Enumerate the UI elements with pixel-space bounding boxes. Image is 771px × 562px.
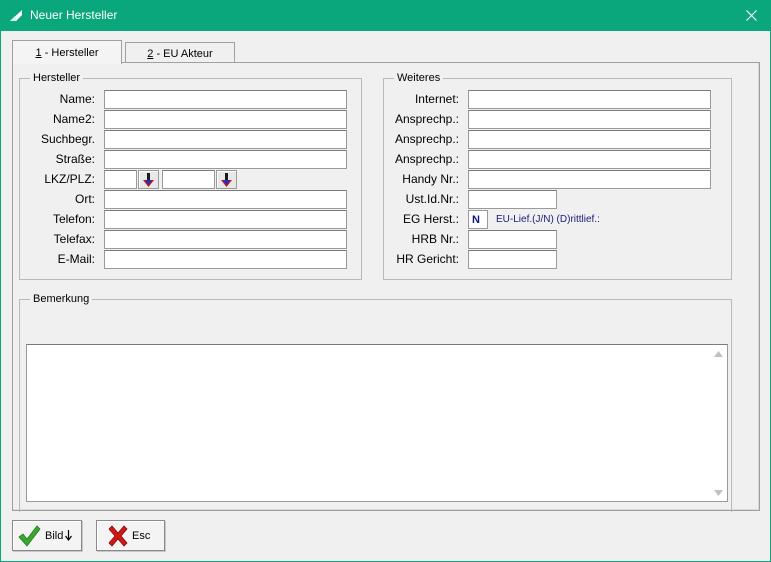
tab-eu-akteur-label: 2 - EU Akteur (147, 47, 213, 60)
scroll-down-button[interactable] (710, 484, 727, 501)
hersteller-legend: Hersteller (30, 72, 84, 84)
plz-lookup-button[interactable] (216, 170, 237, 189)
name-input[interactable] (104, 90, 347, 109)
email-input[interactable] (104, 250, 347, 269)
bemerkung-memo (26, 344, 728, 502)
weiteres-group: Weiteres Internet: Ansprechp.: Ansprechp… (383, 72, 732, 280)
bemerkung-legend: Bemerkung (30, 293, 93, 305)
dialog-body: 1 - Hersteller 2 - EU Akteur Hersteller … (0, 31, 771, 562)
lkz-plz-label: LKZ/PLZ: (44, 172, 95, 186)
ort-label: Ort: (75, 192, 95, 206)
suchbegriff-input[interactable] (104, 130, 347, 149)
name-label: Name: (59, 92, 95, 106)
lkz-lookup-button[interactable] (138, 170, 159, 189)
ansprechpartner-1-input[interactable] (468, 110, 711, 129)
eg-herst-input[interactable]: N (468, 210, 488, 229)
ansprechpartner-1-label: Ansprechp.: (394, 112, 459, 126)
plz-input[interactable] (162, 170, 215, 189)
lkz-input[interactable] (104, 170, 137, 189)
hr-gericht-input[interactable] (468, 250, 557, 269)
handy-label: Handy Nr.: (402, 172, 459, 186)
hr-gericht-label: HR Gericht: (396, 252, 459, 266)
hrb-nr-input[interactable] (468, 230, 557, 249)
bemerkung-textarea[interactable] (27, 345, 711, 501)
ansprechpartner-2-label: Ansprechp.: (394, 132, 459, 146)
close-icon (745, 10, 757, 21)
tab-hersteller[interactable]: 1 - Hersteller (12, 40, 122, 64)
close-button[interactable] (731, 0, 771, 31)
internet-input[interactable] (468, 90, 711, 109)
internet-label: Internet: (414, 92, 459, 106)
email-label: E-Mail: (57, 252, 95, 266)
telefon-input[interactable] (104, 210, 347, 229)
ort-input[interactable] (104, 190, 347, 209)
scroll-down-icon (714, 489, 723, 496)
hersteller-group: Hersteller Name: Name2: Suchbegr. Straße… (19, 72, 362, 280)
suchbegriff-label: Suchbegr. (40, 132, 95, 146)
telefax-input[interactable] (104, 230, 347, 249)
arrow-down-icon (143, 172, 154, 187)
ansprechpartner-3-input[interactable] (468, 150, 711, 169)
bild-button[interactable]: Bild (12, 520, 82, 551)
esc-button-label: Esc (132, 529, 151, 542)
strasse-label: Straße: (55, 152, 95, 166)
name2-label: Name2: (52, 112, 95, 126)
telefon-label: Telefon: (52, 212, 95, 226)
strasse-input[interactable] (104, 150, 347, 169)
scroll-up-icon (714, 350, 723, 357)
title-bar: Neuer Hersteller (0, 0, 771, 31)
bemerkung-scrollbar[interactable] (710, 345, 727, 501)
ansprechpartner-2-input[interactable] (468, 130, 711, 149)
app-logo-icon (10, 10, 22, 21)
scroll-up-button[interactable] (710, 345, 727, 362)
eg-herst-hint: EU-Lief.(J/N) (D)rittlief.: (496, 214, 600, 225)
handy-input[interactable] (468, 170, 711, 189)
esc-button[interactable]: Esc (96, 520, 165, 551)
tab-hersteller-label: 1 - Hersteller (35, 46, 99, 59)
cancel-x-icon (108, 524, 128, 547)
telefax-label: Telefax: (53, 232, 95, 246)
ust-id-input[interactable] (468, 190, 557, 209)
tab-eu-akteur[interactable]: 2 - EU Akteur (125, 42, 235, 64)
ansprechpartner-3-label: Ansprechp.: (394, 152, 459, 166)
arrow-down-icon (221, 172, 232, 187)
weiteres-legend: Weiteres (394, 72, 444, 84)
hrb-nr-label: HRB Nr.: (411, 232, 459, 246)
window-title: Neuer Hersteller (30, 8, 118, 22)
name2-input[interactable] (104, 110, 347, 129)
checkmark-icon (18, 524, 41, 547)
eg-herst-label: EG Herst.: (402, 212, 459, 226)
bild-button-label: Bild (45, 529, 64, 542)
tab-panel-hersteller: Hersteller Name: Name2: Suchbegr. Straße… (12, 62, 760, 512)
ust-id-label: Ust.Id.Nr.: (405, 192, 459, 206)
arrow-down-icon (65, 530, 73, 541)
